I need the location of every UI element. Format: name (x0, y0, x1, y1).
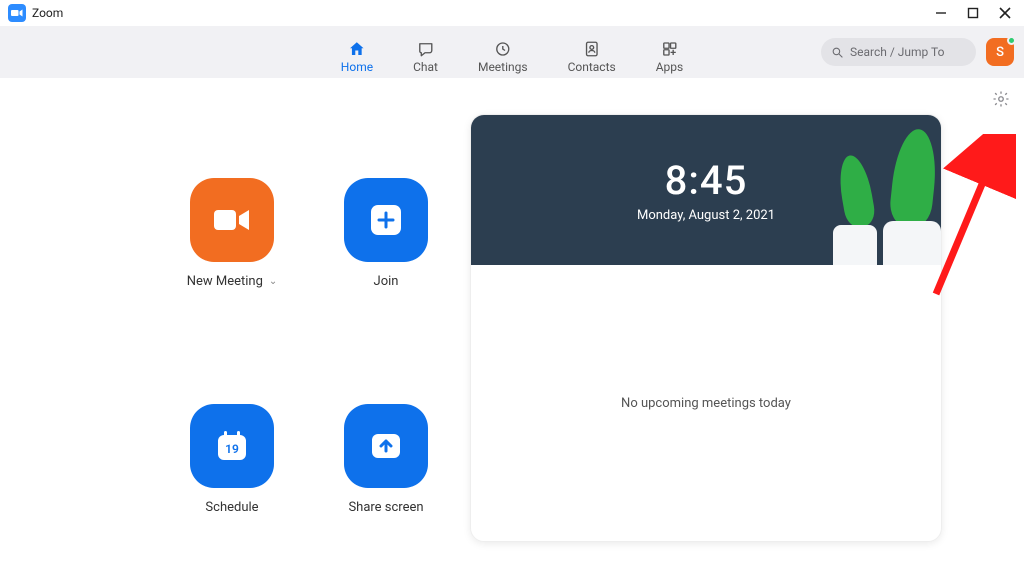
clock-date: Monday, August 2, 2021 (637, 208, 775, 223)
body: New Meeting ⌄ Join 19 Schedule Share scr… (0, 78, 1024, 580)
zoom-logo-icon (8, 4, 26, 22)
new-meeting-button[interactable] (190, 178, 274, 262)
join-button[interactable] (344, 178, 428, 262)
nav-apps-label: Apps (656, 60, 684, 74)
plant-decoration-icon (833, 225, 877, 265)
search-input[interactable]: Search / Jump To (821, 38, 976, 66)
nav-apps[interactable]: Apps (654, 36, 686, 78)
actions-grid: New Meeting ⌄ Join 19 Schedule Share scr… (0, 78, 470, 580)
nav-home[interactable]: Home (339, 36, 375, 78)
video-icon (212, 206, 252, 234)
nav-chat-label: Chat (413, 60, 438, 74)
clock-time: 8:45 (665, 157, 748, 204)
clock-icon (494, 40, 512, 58)
nav: Home Chat Meetings Contacts Apps (339, 26, 685, 78)
avatar-initial: S (996, 45, 1004, 60)
upcoming-panel: 8:45 Monday, August 2, 2021 No upcoming … (470, 114, 942, 542)
contacts-icon (583, 40, 601, 58)
plus-icon (369, 203, 403, 237)
nav-home-label: Home (341, 60, 373, 74)
toolbar: Home Chat Meetings Contacts Apps Search … (0, 26, 1024, 78)
nav-chat[interactable]: Chat (411, 36, 440, 78)
new-meeting-options[interactable]: New Meeting ⌄ (187, 274, 278, 289)
window-controls (934, 6, 1018, 20)
search-placeholder: Search / Jump To (850, 45, 944, 59)
minimize-button[interactable] (934, 6, 948, 20)
svg-text:19: 19 (225, 442, 239, 456)
avatar[interactable]: S (986, 38, 1014, 66)
settings-button[interactable] (992, 90, 1010, 108)
share-screen-label: Share screen (348, 500, 423, 515)
schedule-label: Schedule (205, 500, 258, 515)
action-schedule: 19 Schedule (170, 404, 294, 580)
action-share-screen: Share screen (324, 404, 448, 580)
schedule-button[interactable]: 19 (190, 404, 274, 488)
maximize-button[interactable] (966, 6, 980, 20)
home-icon (348, 40, 366, 58)
plant-decoration-icon (883, 221, 941, 265)
no-meetings-text: No upcoming meetings today (621, 396, 791, 411)
join-label: Join (374, 274, 399, 289)
titlebar-left: Zoom (8, 4, 63, 22)
chat-icon (417, 40, 435, 58)
plant-decoration-icon (835, 153, 877, 229)
action-new-meeting: New Meeting ⌄ (170, 178, 294, 354)
plant-decoration-icon (888, 127, 940, 229)
share-screen-icon (369, 429, 403, 463)
panel-body: No upcoming meetings today (471, 265, 941, 541)
new-meeting-label: New Meeting (187, 274, 263, 289)
close-button[interactable] (998, 6, 1012, 20)
nav-meetings[interactable]: Meetings (476, 36, 530, 78)
panel-hero: 8:45 Monday, August 2, 2021 (471, 115, 941, 265)
nav-contacts[interactable]: Contacts (566, 36, 618, 78)
search-icon (831, 46, 844, 59)
action-join: Join (324, 178, 448, 354)
share-screen-button[interactable] (344, 404, 428, 488)
nav-contacts-label: Contacts (568, 60, 616, 74)
toolbar-right: Search / Jump To S (821, 38, 1024, 66)
chevron-down-icon: ⌄ (269, 276, 277, 287)
app-title: Zoom (32, 6, 63, 20)
apps-icon (660, 40, 678, 58)
calendar-icon: 19 (214, 428, 250, 464)
titlebar: Zoom (0, 0, 1024, 26)
presence-indicator-icon (1007, 36, 1016, 45)
nav-meetings-label: Meetings (478, 60, 528, 74)
